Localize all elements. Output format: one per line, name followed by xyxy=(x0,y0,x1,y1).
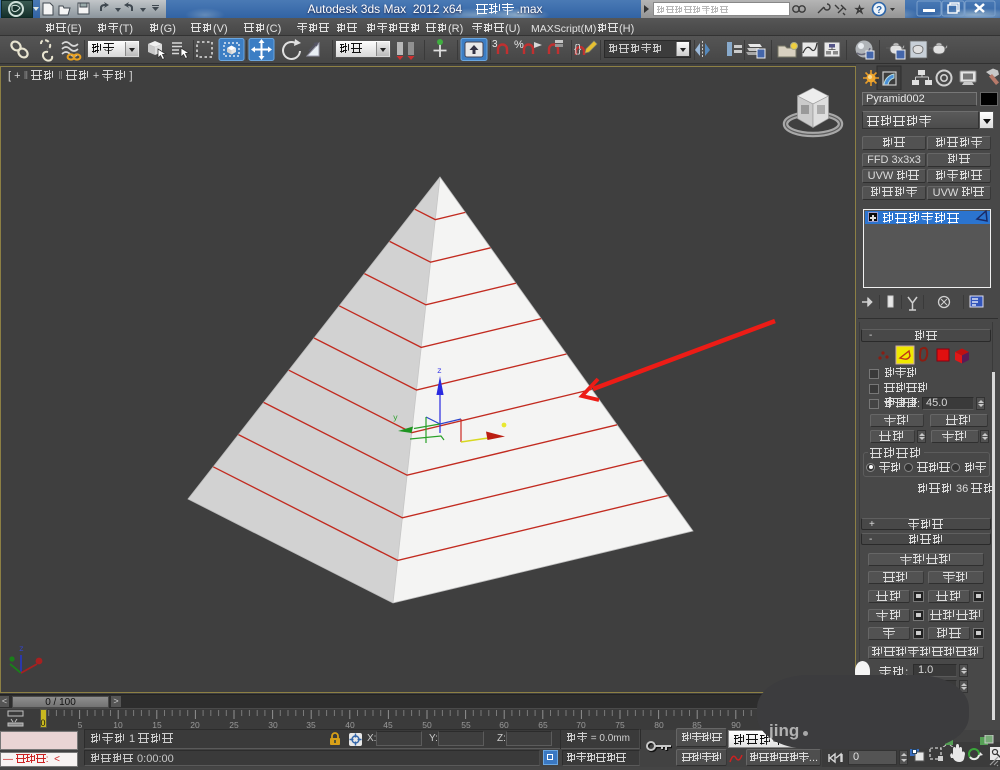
svg-text:5: 5 xyxy=(78,720,83,730)
svg-text:z: z xyxy=(19,645,24,654)
svg-text:%: % xyxy=(514,39,524,51)
svg-text:z: z xyxy=(437,367,442,376)
svg-text:?: ? xyxy=(876,5,882,16)
svg-text:80: 80 xyxy=(654,720,664,730)
svg-text:90: 90 xyxy=(731,720,741,730)
svg-text:y: y xyxy=(393,414,398,423)
svg-text:{}: {} xyxy=(574,43,582,55)
